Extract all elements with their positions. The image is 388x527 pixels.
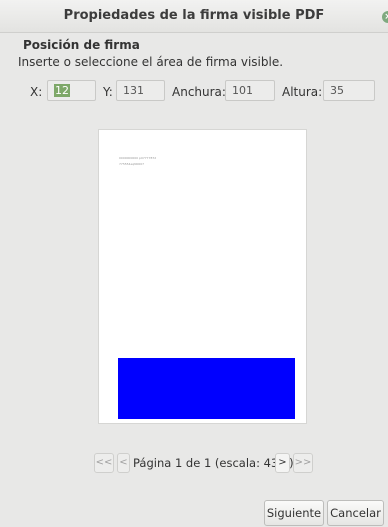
dialog-title: Propiedades de la firma visible PDF bbox=[63, 8, 325, 23]
y-label: Y: bbox=[103, 85, 113, 99]
x-label: X: bbox=[30, 85, 43, 99]
prev-page-button[interactable]: < bbox=[117, 453, 130, 473]
height-field[interactable]: 35 bbox=[323, 80, 375, 101]
last-page-button[interactable]: >> bbox=[293, 453, 313, 473]
document-line: 775554eqN0007 bbox=[119, 162, 145, 166]
instructions-text: Inserte o seleccione el área de firma vi… bbox=[18, 55, 284, 69]
signature-area[interactable] bbox=[118, 358, 295, 419]
close-icon[interactable]: × bbox=[382, 11, 388, 23]
title-bar: Propiedades de la firma visible PDF × bbox=[0, 0, 388, 33]
height-label: Altura: bbox=[282, 85, 323, 99]
next-page-button[interactable]: > bbox=[275, 453, 290, 473]
document-line: 0000000000 p0777787d bbox=[119, 156, 157, 160]
next-button[interactable]: Siguiente bbox=[264, 500, 324, 526]
x-value: 12 bbox=[54, 84, 70, 97]
width-field[interactable]: 101 bbox=[225, 80, 275, 101]
cancel-button[interactable]: Cancelar bbox=[327, 500, 384, 526]
section-title: Posición de firma bbox=[23, 38, 140, 52]
width-label: Anchura: bbox=[172, 85, 226, 99]
y-field[interactable]: 131 bbox=[116, 80, 165, 101]
page-indicator: Página 1 de 1 (escala: 43%) bbox=[133, 456, 294, 470]
x-field[interactable]: 12 bbox=[47, 80, 96, 101]
first-page-button[interactable]: << bbox=[94, 453, 114, 473]
